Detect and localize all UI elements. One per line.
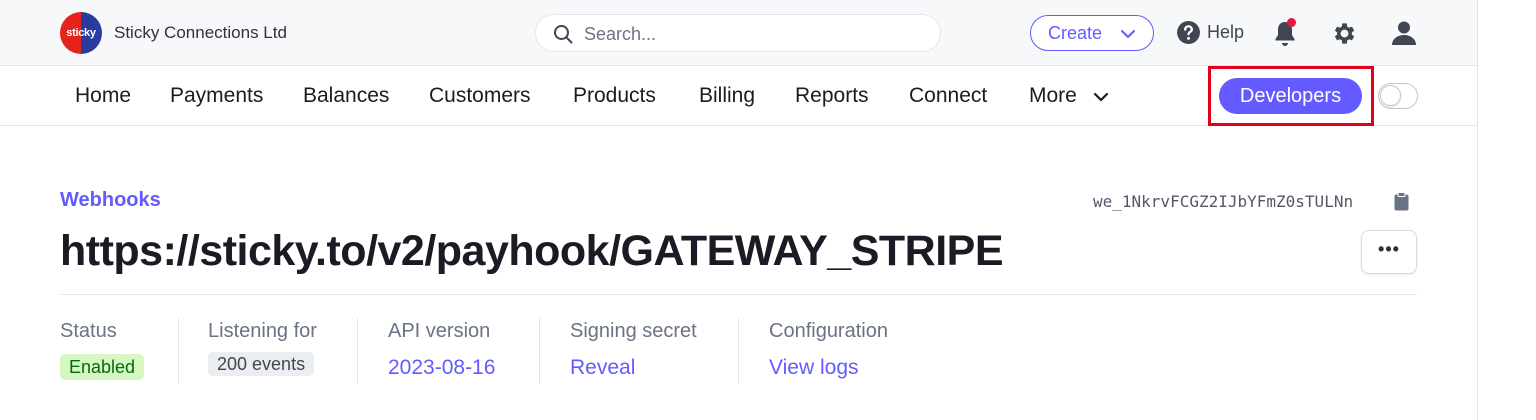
chevron-down-icon	[1121, 30, 1135, 38]
status-badge: Enabled	[60, 354, 145, 380]
search-input[interactable]	[584, 22, 924, 46]
developers-button[interactable]: Developers	[1219, 78, 1362, 114]
nav-products[interactable]: Products	[573, 84, 656, 108]
notifications-button[interactable]	[1271, 18, 1299, 48]
nav-more[interactable]: More	[1029, 84, 1077, 108]
divider	[738, 318, 739, 384]
divider	[539, 318, 540, 384]
test-mode-toggle[interactable]	[1378, 83, 1418, 109]
divider	[178, 318, 179, 384]
divider	[357, 318, 358, 384]
listening-section: Listening for 200 events	[208, 320, 317, 376]
clipboard-icon[interactable]	[1394, 192, 1409, 211]
nav-connect[interactable]: Connect	[909, 84, 987, 108]
company-name[interactable]: Sticky Connections Ltd	[114, 23, 287, 43]
reveal-secret-link[interactable]: Reveal	[570, 356, 635, 379]
company-logo[interactable]: sticky	[60, 12, 102, 54]
logo-text: sticky	[66, 27, 96, 39]
api-version-label: API version	[388, 320, 491, 342]
signing-secret-section: Signing secret Reveal	[570, 320, 697, 379]
toggle-knob	[1380, 85, 1401, 106]
nav-balances[interactable]: Balances	[303, 84, 389, 108]
listening-value: 200 events	[208, 352, 315, 376]
top-bar: sticky Sticky Connections Ltd Create Hel…	[0, 0, 1477, 66]
nav-billing[interactable]: Billing	[699, 84, 755, 108]
nav-payments[interactable]: Payments	[170, 84, 263, 108]
ellipsis-icon: •••	[1378, 239, 1400, 259]
divider	[60, 294, 1417, 295]
chevron-down-icon[interactable]	[1092, 88, 1110, 106]
nav-customers[interactable]: Customers	[429, 84, 531, 108]
gear-icon[interactable]	[1330, 20, 1357, 47]
page-gutter	[1477, 0, 1536, 420]
signing-secret-label: Signing secret	[570, 320, 697, 342]
help-button[interactable]: Help	[1176, 20, 1244, 45]
view-logs-link[interactable]: View logs	[769, 356, 859, 379]
status-value: Enabled	[60, 354, 145, 380]
more-options-button[interactable]: •••	[1361, 230, 1417, 274]
main-nav: Home Payments Balances Customers Product…	[0, 66, 1477, 126]
webhook-id: we_1NkrvFCGZ2IJbYFmZ0sTULNn	[1093, 192, 1354, 211]
search-bar[interactable]	[535, 14, 941, 52]
events-badge[interactable]: 200 events	[208, 352, 315, 376]
create-button[interactable]: Create	[1030, 15, 1154, 51]
listening-label: Listening for	[208, 320, 317, 342]
notification-dot	[1287, 18, 1296, 27]
configuration-label: Configuration	[769, 320, 888, 342]
api-version-section: API version 2023-08-16	[388, 320, 495, 379]
search-icon	[554, 25, 573, 44]
help-label: Help	[1207, 22, 1245, 42]
nav-home[interactable]: Home	[75, 84, 131, 108]
configuration-section: Configuration View logs	[769, 320, 888, 379]
status-section: Status Enabled	[60, 320, 145, 380]
api-version-link[interactable]: 2023-08-16	[388, 356, 495, 379]
page-title: https://sticky.to/v2/payhook/GATEWAY_STR…	[60, 227, 1004, 275]
breadcrumb-webhooks[interactable]: Webhooks	[60, 189, 161, 212]
help-icon	[1177, 21, 1200, 44]
nav-reports[interactable]: Reports	[795, 84, 869, 108]
dashboard-page: sticky Sticky Connections Ltd Create Hel…	[0, 0, 1477, 420]
user-icon[interactable]	[1390, 19, 1418, 47]
create-label: Create	[1048, 22, 1103, 43]
status-label: Status	[60, 320, 117, 342]
